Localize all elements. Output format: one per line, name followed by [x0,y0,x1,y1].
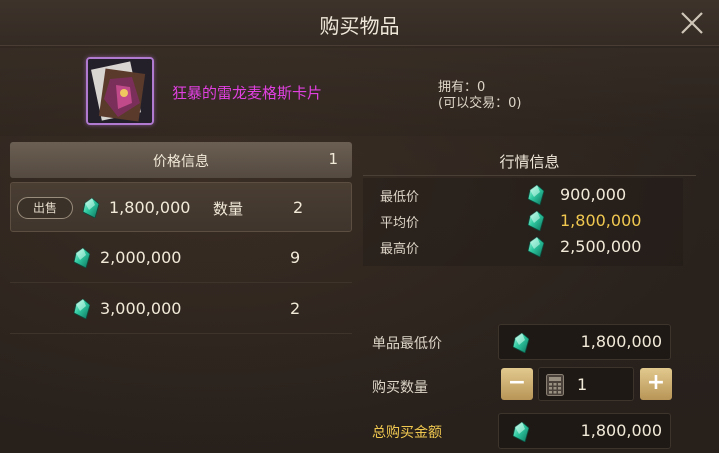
listing-qty: 2 [290,299,301,318]
min-price-value: 900,000 [560,185,627,204]
item-name: 狂暴的雷龙麦格斯卡片 [172,84,323,102]
min-price-label: 最低价 [380,190,420,205]
gem-icon [528,237,544,257]
avg-price-label: 平均价 [380,216,420,231]
price-info-label: 价格信息 [153,154,209,170]
quantity-label: 购买数量 [372,380,428,396]
total-amount-field: 1,800,000 [498,413,671,449]
unit-min-price-value: 1,800,000 [580,332,662,351]
listing-price: 2,000,000 [100,248,182,267]
price-info-count: 1 [328,150,338,168]
quantity-value: 1 [577,375,588,394]
market-info-label: 行情信息 [499,153,560,171]
listing-price: 1,800,000 [109,198,191,217]
listing-row[interactable]: 出售 1,800,000 数量 2 [10,182,352,232]
listing-qty-label: 数量 [213,200,244,218]
gem-icon [74,248,90,268]
listing-qty: 9 [290,248,301,267]
unit-min-price-label: 单品最低价 [372,336,442,352]
title-bar: 购买物品 [0,0,719,46]
price-info-header: 价格信息 1 [10,142,352,178]
tradable-count: (可以交易：0) [438,96,522,111]
gem-icon [513,422,529,442]
dialog-title: 购买物品 [319,14,400,38]
gem-icon [513,333,529,353]
close-icon [681,12,703,34]
quantity-input[interactable]: 1 [538,367,634,401]
sell-badge: 出售 [17,197,73,219]
unit-min-price-field: 1,800,000 [498,324,671,360]
gem-icon [528,185,544,205]
quantity-decrease-button[interactable]: − [501,368,533,400]
gem-icon [83,198,99,218]
total-amount-value: 1,800,000 [580,421,662,440]
item-card-thumbnail[interactable] [86,57,154,125]
listing-price: 3,000,000 [100,299,182,318]
gem-icon [74,299,90,319]
gem-icon [528,211,544,231]
total-amount-label: 总购买金额 [372,425,442,441]
listing-qty: 2 [293,198,304,217]
max-price-value: 2,500,000 [560,237,642,256]
calculator-icon[interactable] [546,374,564,396]
purchase-dialog: 购买物品 狂暴的雷龙麦格斯卡片 拥有：0 (可以交易：0) 价格信息 1 出售 … [0,0,719,453]
listing-row[interactable]: 2,000,000 9 [10,233,352,283]
max-price-label: 最高价 [380,242,420,257]
quantity-increase-button[interactable]: + [640,368,672,400]
market-info-header: 行情信息 [363,146,696,176]
close-button[interactable] [679,10,705,36]
card-art-icon [88,59,152,123]
avg-price-value: 1,800,000 [560,211,642,230]
listing-row[interactable]: 3,000,000 2 [10,284,352,334]
